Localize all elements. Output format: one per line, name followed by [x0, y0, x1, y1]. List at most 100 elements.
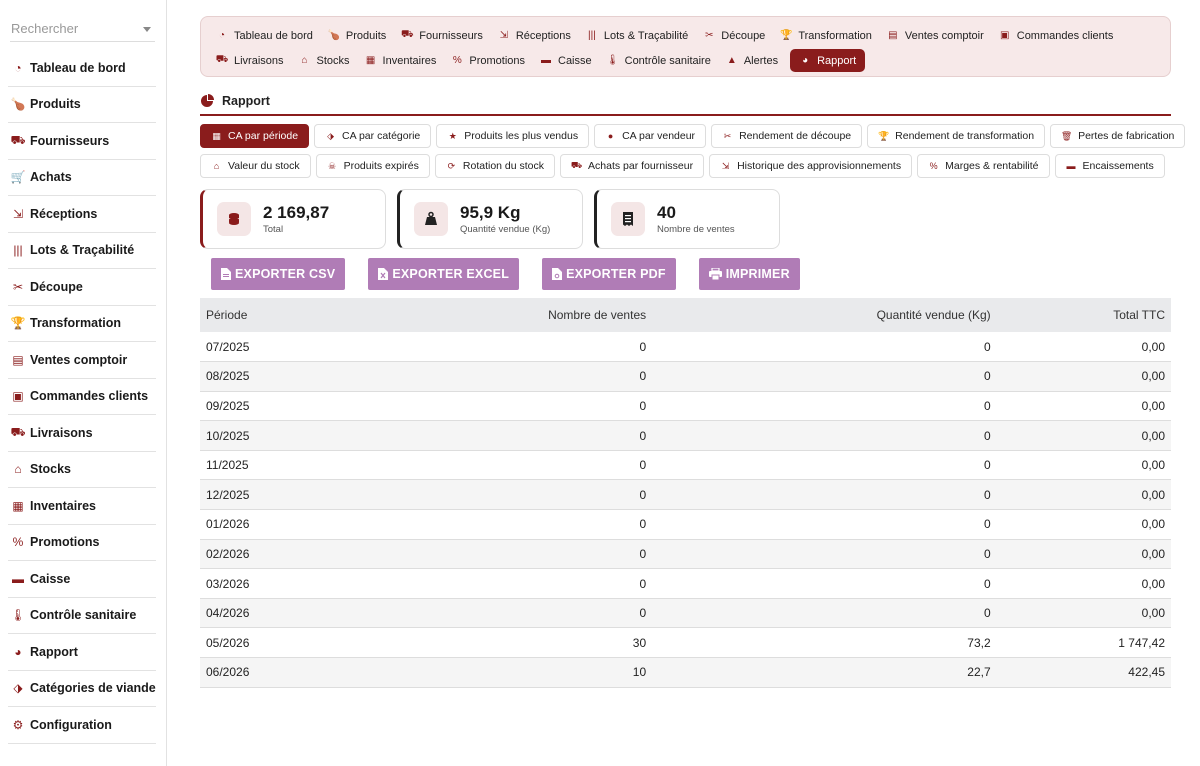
total-label: Total	[263, 224, 284, 235]
top-nav-livraisons[interactable]: ⛟ Livraisons	[213, 49, 293, 72]
table-row: 08/2025 0 0 0,00	[200, 361, 1171, 392]
sidebar-item-ventes-comptoir[interactable]: ▤ Ventes comptoir	[8, 342, 156, 379]
cell-period: 10/2025	[206, 428, 250, 443]
tab-ca-par-categorie[interactable]: ⬗ CA par catégorie	[314, 124, 432, 148]
sidebar-item-achats[interactable]: 🛒 Achats	[8, 160, 156, 196]
top-nav-label: Transformation	[798, 29, 872, 42]
top-nav-label: Réceptions	[515, 29, 571, 42]
column-header-period[interactable]: Période	[200, 298, 351, 332]
cell-total: 0,00	[1141, 339, 1165, 354]
sidebar-item-categories-de-viande[interactable]: ⬗ Catégories de viande	[8, 671, 156, 707]
top-nav-receptions[interactable]: ⇲ Réceptions	[495, 24, 580, 47]
sidebar-item-promotions[interactable]: % Promotions	[8, 525, 156, 561]
sidebar-item-controle-sanitaire[interactable]: 🌡 Contrôle sanitaire	[8, 598, 156, 634]
top-nav-decoupe[interactable]: ✂ Découpe	[700, 24, 774, 47]
sidebar: Rechercher ◔ Tableau de bord 🍗 Produits ⛟ Fou…	[0, 0, 167, 766]
search-select[interactable]: Rechercher	[10, 14, 155, 42]
sidebar-item-transformation[interactable]: 🏆 Transformation	[8, 306, 156, 342]
sidebar-item-rapport[interactable]: ◕ Rapport	[8, 634, 156, 671]
dashboard-icon: ◔	[14, 60, 22, 75]
table-row: 06/2026 10 22,7 422,45	[200, 657, 1171, 688]
cell-sales-count: 0	[639, 576, 647, 591]
top-nav-lots-and-tracabilite[interactable]: ||| Lots & Traçabilité	[583, 24, 697, 47]
cell-quantity: 0	[983, 606, 991, 621]
export-excel-button[interactable]: EXPORTER EXCEL	[368, 258, 520, 290]
cart-icon: 🛒	[10, 170, 26, 185]
cell-total: 0,00	[1141, 458, 1165, 473]
cell-sales-count: 0	[639, 546, 647, 561]
tab-marges-and-rentabilite[interactable]: % Marges & rentabilité	[917, 154, 1050, 178]
search-placeholder: Rechercher	[11, 21, 79, 36]
sidebar-item-label: Contrôle sanitaire	[30, 608, 137, 623]
truck-loading-icon: ⛟	[215, 54, 229, 65]
sidebar-item-caisse[interactable]: ▬ Caisse	[8, 561, 156, 598]
sidebar-item-fournisseurs[interactable]: ⛟ Fournisseurs	[8, 123, 156, 160]
coins-icon	[217, 202, 251, 236]
sidebar-item-tableau-de-bord[interactable]: ◔ Tableau de bord	[8, 50, 156, 87]
sidebar-item-stocks[interactable]: ⌂ Stocks	[8, 452, 156, 488]
export-csv-button[interactable]: EXPORTER CSV	[211, 258, 346, 290]
dashboard-icon: ◔	[218, 30, 226, 41]
column-header-quantity[interactable]: Quantité vendue (Kg)	[652, 298, 997, 332]
chevron-down-icon[interactable]	[143, 27, 151, 32]
tab-rendement-de-transformation[interactable]: 🏆 Rendement de transformation	[867, 124, 1046, 148]
cell-period: 02/2026	[206, 546, 250, 561]
top-nav-promotions[interactable]: % Promotions	[448, 49, 534, 72]
sidebar-item-receptions[interactable]: ⇲ Réceptions	[8, 196, 156, 233]
cell-quantity: 0	[983, 576, 991, 591]
sidebar-item-decoupe[interactable]: ✂ Découpe	[8, 269, 156, 306]
column-header-sales-count[interactable]: Nombre de ventes	[351, 298, 652, 332]
sidebar-item-label: Commandes clients	[30, 389, 149, 404]
top-nav-produits[interactable]: 🍗 Produits	[325, 24, 395, 47]
tab-encaissements[interactable]: ▬ Encaissements	[1054, 154, 1165, 178]
cell-quantity: 0	[983, 369, 991, 384]
trophy-icon: 🏆	[780, 30, 793, 41]
cell-quantity: 0	[983, 546, 991, 561]
top-nav-fournisseurs[interactable]: ⛟ Fournisseurs	[398, 24, 492, 47]
sidebar-item-produits[interactable]: 🍗 Produits	[8, 87, 156, 123]
tab-valeur-du-stock[interactable]: ⌂ Valeur du stock	[200, 154, 311, 178]
cash-register-icon: ▤	[888, 30, 898, 41]
tab-historique-des-approvisionnements[interactable]: ⇲ Historique des approvisionnements	[709, 154, 913, 178]
tab-produits-expires[interactable]: ☠ Produits expirés	[315, 154, 430, 178]
tab-pertes-de-fabrication[interactable]: 🗑 Pertes de fabrication	[1050, 124, 1186, 148]
tab-rotation-du-stock[interactable]: ⟳ Rotation du stock	[434, 154, 556, 178]
sidebar-item-label: Rapport	[30, 644, 78, 659]
tab-achats-par-fournisseur[interactable]: ⛟ Achats par fournisseur	[560, 154, 705, 178]
top-nav-transformation[interactable]: 🏆 Transformation	[777, 24, 881, 47]
cell-total: 0,00	[1141, 487, 1165, 502]
top-nav-inventaires[interactable]: ▦ Inventaires	[362, 49, 446, 72]
sidebar-item-lots-and-tracabilite[interactable]: ||| Lots & Traçabilité	[8, 233, 156, 269]
top-nav-tableau-de-bord[interactable]: ◔ Tableau de bord	[213, 24, 322, 47]
print-button[interactable]: IMPRIMER	[698, 258, 800, 290]
sidebar-item-commandes-clients[interactable]: ▣ Commandes clients	[8, 379, 156, 415]
export-excel-label: EXPORTER EXCEL	[392, 267, 510, 281]
table-row: 07/2025 0 0 0,00	[200, 332, 1171, 362]
sidebar-item-livraisons[interactable]: ⛟ Livraisons	[8, 415, 156, 452]
tab-produits-les-plus-vendus[interactable]: ★ Produits les plus vendus	[436, 124, 590, 148]
export-pdf-button[interactable]: EXPORTER PDF	[542, 258, 676, 290]
top-nav-ventes-comptoir[interactable]: ▤ Ventes comptoir	[884, 24, 993, 47]
sidebar-item-label: Transformation	[30, 316, 121, 331]
calendar-icon: ▦	[212, 130, 221, 141]
top-nav-controle-sanitaire[interactable]: 🌡 Contrôle sanitaire	[604, 49, 720, 72]
tab-ca-par-periode[interactable]: ▦ CA par période	[200, 124, 310, 148]
tab-rendement-de-decoupe[interactable]: ✂ Rendement de découpe	[711, 124, 863, 148]
sidebar-item-inventaires[interactable]: ▦ Inventaires	[8, 488, 156, 525]
top-nav-alertes[interactable]: ▲ Alertes	[723, 49, 787, 72]
sidebar-item-label: Configuration	[30, 717, 112, 732]
top-nav-caisse[interactable]: ▬ Caisse	[537, 49, 601, 72]
tab-ca-par-vendeur[interactable]: ● CA par vendeur	[594, 124, 707, 148]
top-nav-commandes-clients[interactable]: ▣ Commandes clients	[996, 24, 1123, 47]
gear-icon: ⚙	[12, 717, 24, 732]
report-table: Période Nombre de ventes Quantité vendue…	[200, 298, 1171, 688]
top-nav-stocks[interactable]: ⌂ Stocks	[296, 49, 359, 72]
sidebar-item-label: Réceptions	[30, 206, 98, 221]
cell-period: 07/2025	[206, 339, 250, 354]
top-nav-rapport[interactable]: ◕ Rapport	[790, 49, 866, 72]
sidebar-item-label: Catégories de viande	[30, 681, 156, 696]
column-header-total[interactable]: Total TTC	[997, 298, 1171, 332]
drumstick-icon: 🍗	[10, 97, 26, 112]
sidebar-item-configuration[interactable]: ⚙ Configuration	[8, 707, 156, 744]
top-nav-label: Inventaires	[382, 54, 437, 67]
